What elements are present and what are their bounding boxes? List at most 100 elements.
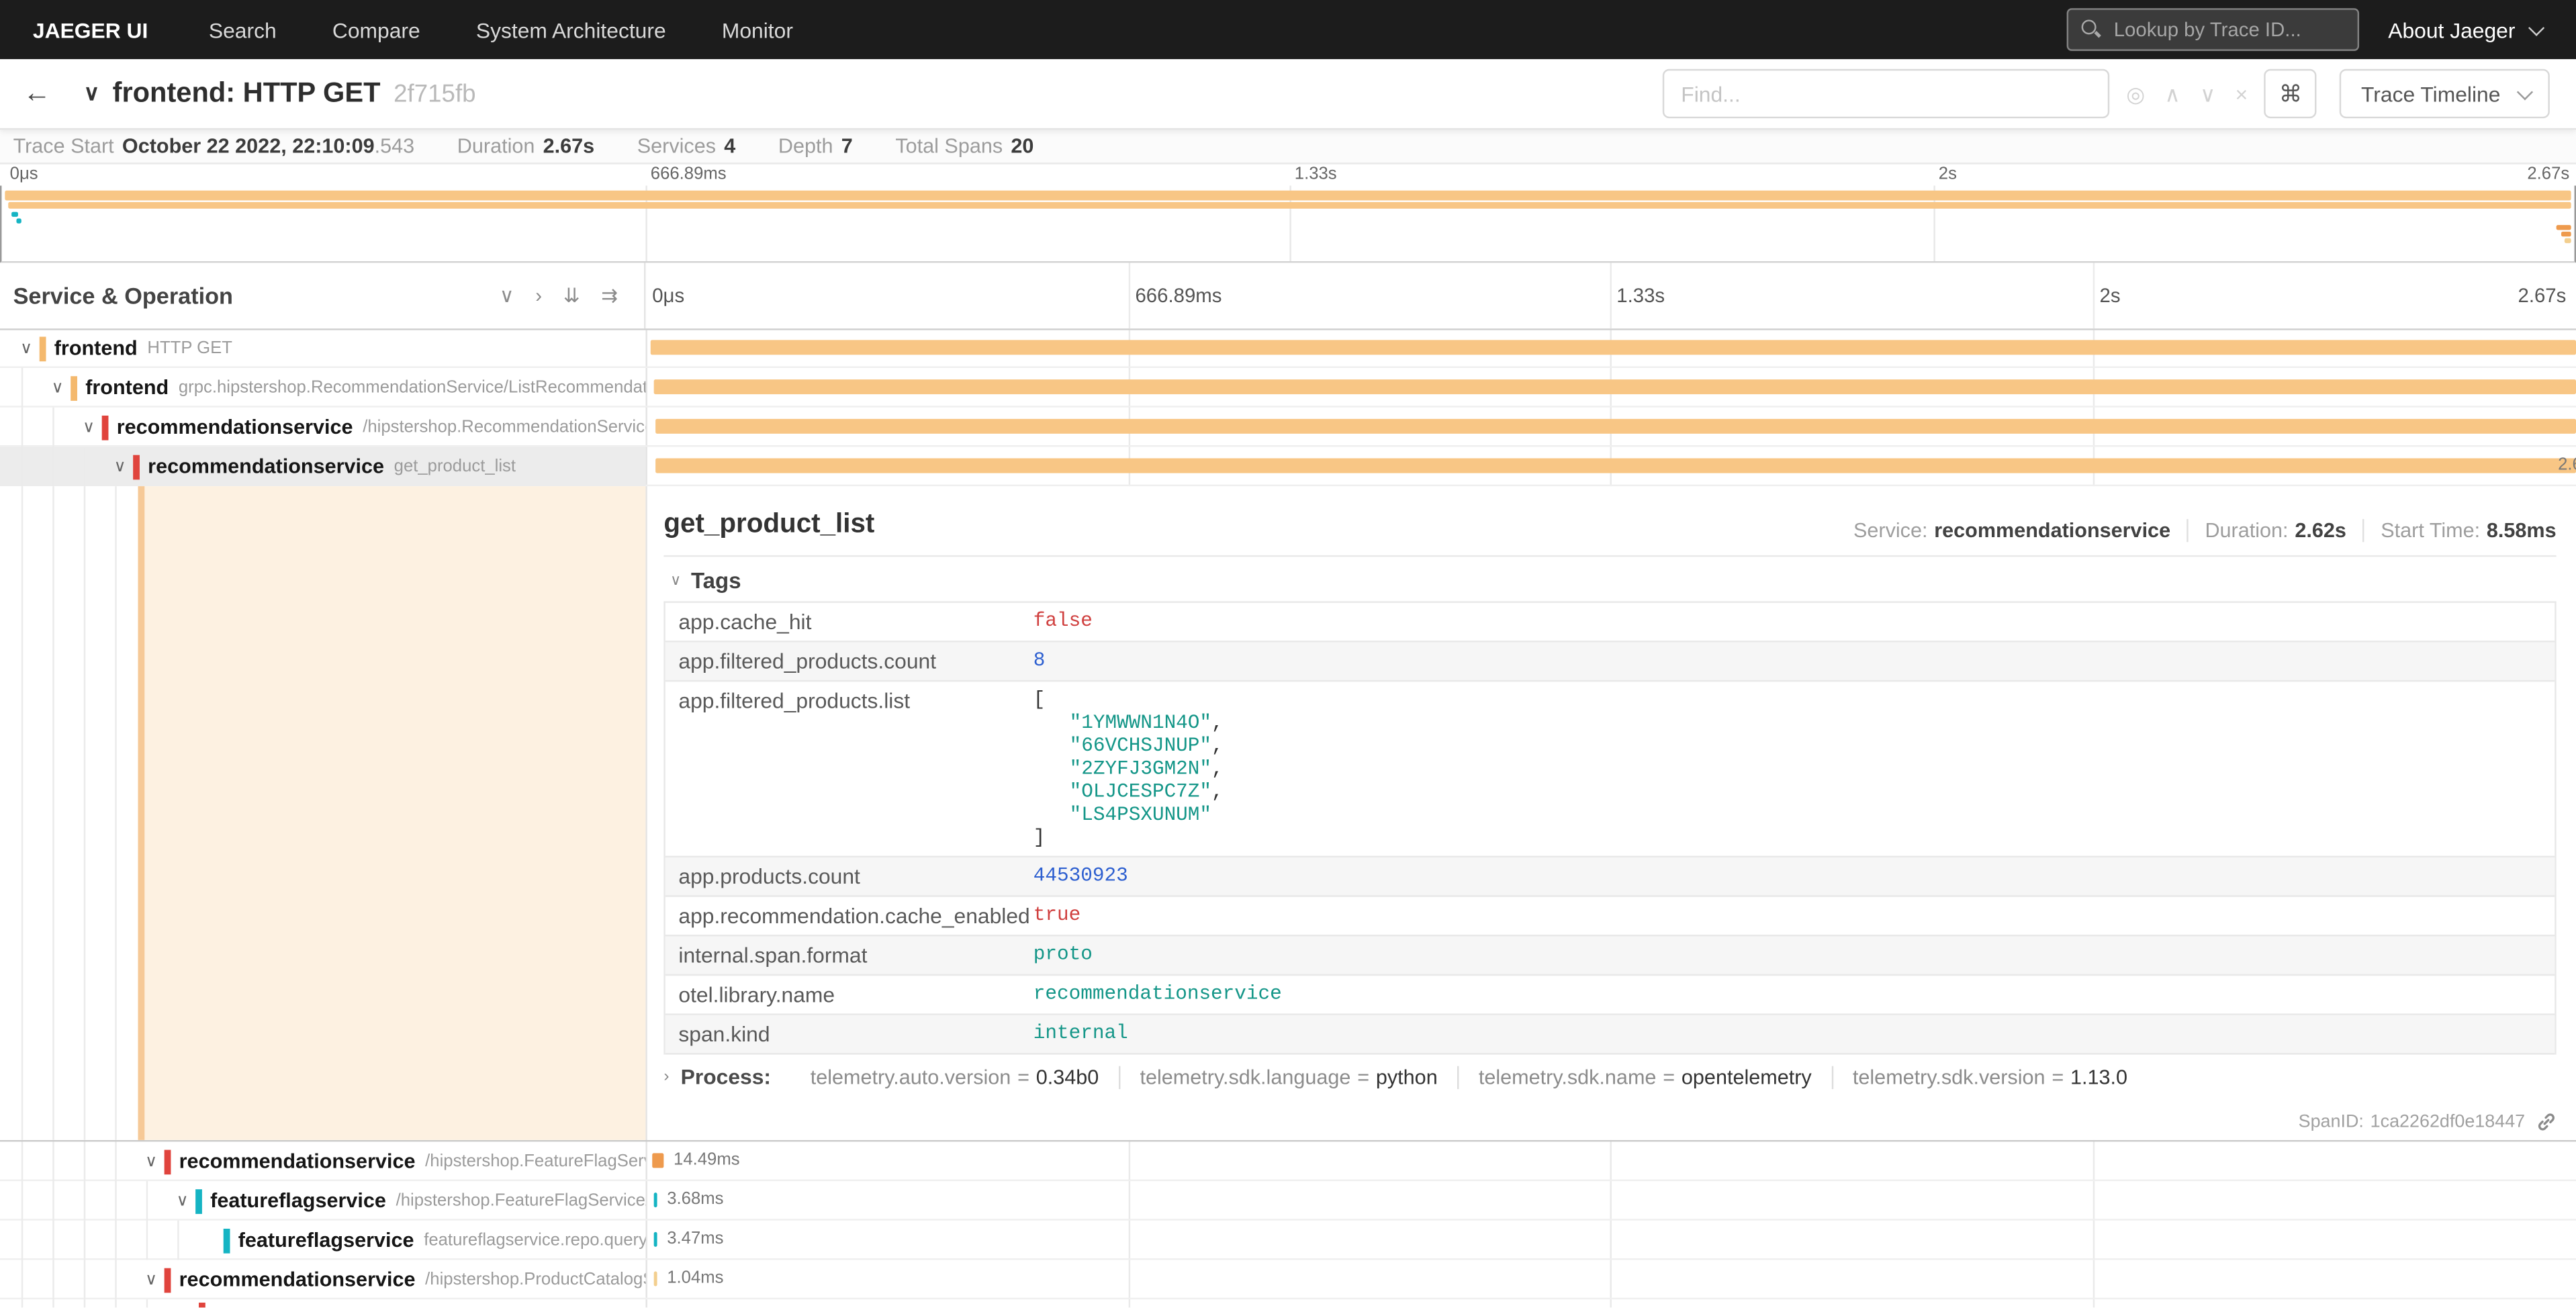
- span-bar[interactable]: [654, 1272, 657, 1287]
- chevron-down-icon[interactable]: ∨: [76, 418, 102, 436]
- indent-guide: [115, 486, 116, 1140]
- tag-row: app.cache_hit false: [665, 603, 2555, 643]
- nav-item-monitor[interactable]: Monitor: [694, 17, 821, 42]
- operation-name: /hipstershop.FeatureFlagService/Ge…: [396, 1191, 646, 1211]
- expand-all-icon[interactable]: ⇉: [601, 286, 618, 306]
- operation-name: /hipstershop.ProductCatalogSer…: [425, 1270, 645, 1289]
- header-gridline: [1129, 263, 1130, 328]
- span-name-cell[interactable]: ∨ recommendationservice /hipstershop.Rec…: [0, 408, 645, 447]
- nav-item-compare[interactable]: Compare: [304, 17, 448, 42]
- chevron-down-icon[interactable]: ∨: [44, 379, 71, 397]
- span-id-row: SpanID: 1ca2262df0e18447: [2299, 1112, 2557, 1131]
- about-jaeger-menu[interactable]: About Jaeger: [2388, 17, 2540, 42]
- tag-value: 8: [1033, 649, 1046, 671]
- chevron-down-icon[interactable]: ∨: [138, 1270, 165, 1289]
- service-color-strip: [224, 1228, 230, 1253]
- chevron-down-icon[interactable]: ∨: [107, 457, 133, 475]
- trace-collapse-chevron-icon[interactable]: ∨: [84, 81, 99, 107]
- chevron-down-icon[interactable]: ∨: [138, 1152, 165, 1170]
- span-bar[interactable]: [651, 340, 2576, 355]
- nav-item-system-architecture[interactable]: System Architecture: [448, 17, 694, 42]
- tags-table: app.cache_hit false app.filtered_product…: [663, 601, 2556, 1054]
- header-gridline: [2093, 263, 2095, 328]
- service-color-strip: [165, 1267, 171, 1292]
- depth-summary: Depth7: [778, 134, 853, 156]
- span-name-cell[interactable]: ∨ frontend grpc.hipstershop.Recommendati…: [0, 368, 645, 408]
- minimap-tick-4: 2.67s: [2527, 165, 2569, 184]
- chevron-down-icon[interactable]: ∨: [13, 339, 40, 357]
- minimap-span-mark: [2557, 225, 2571, 230]
- clear-find-icon[interactable]: ×: [2236, 83, 2248, 105]
- detail-start-time: Start Time:8.58ms: [2362, 519, 2556, 542]
- trace-lookup-box[interactable]: [2066, 8, 2358, 51]
- span-name-cell[interactable]: ∨ recommendationservice get_product_list: [0, 447, 645, 486]
- expand-one-icon[interactable]: ›: [535, 286, 542, 306]
- process-label: Process:: [681, 1064, 771, 1089]
- service-color-strip: [40, 336, 46, 361]
- chevron-right-icon: ›: [663, 1068, 669, 1086]
- prev-match-icon[interactable]: ∧: [2164, 83, 2180, 105]
- tags-section-toggle[interactable]: ∨ Tags: [670, 568, 741, 593]
- span-row-frontend-grpc: ∨ frontend grpc.hipstershop.Recommendati…: [0, 368, 2576, 408]
- process-section-toggle[interactable]: › Process: telemetry.auto.version0.34b0 …: [663, 1064, 2147, 1089]
- chevron-down-icon[interactable]: ∨: [169, 1192, 195, 1210]
- jaeger-trace-page: JAEGER UI Search Compare System Architec…: [0, 0, 2576, 1307]
- trace-minimap[interactable]: [0, 185, 2576, 263]
- span-name-cell[interactable]: [0, 1299, 645, 1307]
- minimap-tick-3: 2s: [1939, 165, 1957, 184]
- detail-meta: Service:recommendationservice Duration:2…: [1853, 519, 2557, 542]
- trace-view-selector[interactable]: Trace Timeline: [2340, 69, 2550, 118]
- keyboard-shortcuts-button[interactable]: ⌘: [2264, 69, 2317, 118]
- tag-row: app.filtered_products.list 1YMWWN1N4O 66…: [665, 682, 2555, 857]
- minimap-span-mark: [16, 218, 21, 223]
- span-bar[interactable]: [654, 379, 2576, 394]
- focus-match-icon[interactable]: ◎: [2126, 83, 2145, 105]
- service-name: featureflagservice: [210, 1189, 386, 1212]
- tag-row: span.kind internal: [665, 1015, 2555, 1055]
- collapse-one-icon[interactable]: ∨: [500, 286, 514, 306]
- find-input[interactable]: [1663, 69, 2109, 118]
- span-name-cell[interactable]: featureflagservice featureflagservice.re…: [0, 1221, 645, 1260]
- span-row-clipped: [0, 1299, 2576, 1307]
- trace-id: 2f715fb: [394, 80, 475, 108]
- minimap-span-mark: [2565, 238, 2571, 243]
- nav-item-search[interactable]: Search: [181, 17, 304, 42]
- indent-guide: [115, 1299, 116, 1307]
- span-name-cell[interactable]: ∨ frontend HTTP GET: [0, 328, 645, 368]
- back-button[interactable]: ←: [23, 77, 51, 110]
- brand-jaeger-ui[interactable]: JAEGER UI: [0, 17, 181, 42]
- span-detail-indent-column: [0, 486, 645, 1140]
- detail-service: Service:recommendationservice: [1853, 519, 2170, 542]
- span-duration-label: 3.68ms: [667, 1189, 723, 1209]
- span-bar[interactable]: [654, 1232, 657, 1247]
- span-rows-region: ∨ frontend HTTP GET ∨ frontend grpc.hips…: [0, 328, 2576, 1307]
- span-duration-label: 14.49ms: [674, 1150, 740, 1170]
- deep-link-icon[interactable]: [2536, 1112, 2556, 1131]
- service-name: frontend: [54, 337, 138, 360]
- trace-lookup-input[interactable]: [2111, 16, 2344, 42]
- span-bar[interactable]: [654, 1193, 657, 1207]
- indent-guide: [52, 486, 54, 1140]
- span-row-recommendation-list: ∨ recommendationservice /hipstershop.Rec…: [0, 408, 2576, 447]
- find-toolbar: ◎ ∧ ∨ ×: [2126, 83, 2248, 105]
- detail-divider: [663, 555, 2556, 557]
- next-match-icon[interactable]: ∨: [2200, 83, 2215, 105]
- selected-span-accent: [138, 486, 145, 1140]
- trace-view-selector-label: Trace Timeline: [2361, 81, 2500, 106]
- tag-key: internal.span.format: [665, 936, 1020, 974]
- indent-guide: [21, 1299, 23, 1307]
- span-name-cell[interactable]: ∨ recommendationservice /hipstershop.Pro…: [0, 1260, 645, 1299]
- span-bar[interactable]: [655, 459, 2576, 473]
- span-name-cell[interactable]: ∨ featureflagservice /hipstershop.Featur…: [0, 1181, 645, 1221]
- span-bar[interactable]: [652, 1153, 663, 1168]
- span-name-cell[interactable]: ∨ recommendationservice /hipstershop.Fea…: [0, 1141, 645, 1181]
- timeline-tick-0: 0μs: [652, 263, 684, 328]
- span-bar[interactable]: [655, 419, 2576, 434]
- timeline-grid-header: Service & Operation ∨ › ⇊ ⇉ 0μs 666.89ms…: [0, 263, 2576, 330]
- minimap-tick-0: 0μs: [10, 165, 38, 184]
- span-detail-block: get_product_list Service:recommendations…: [0, 486, 2576, 1141]
- minimap-span-mark: [11, 212, 18, 217]
- span-id-value: 1ca2262df0e18447: [2371, 1112, 2525, 1131]
- operation-name: /hipstershop.FeatureFlagService…: [425, 1152, 645, 1171]
- collapse-all-icon[interactable]: ⇊: [563, 286, 580, 306]
